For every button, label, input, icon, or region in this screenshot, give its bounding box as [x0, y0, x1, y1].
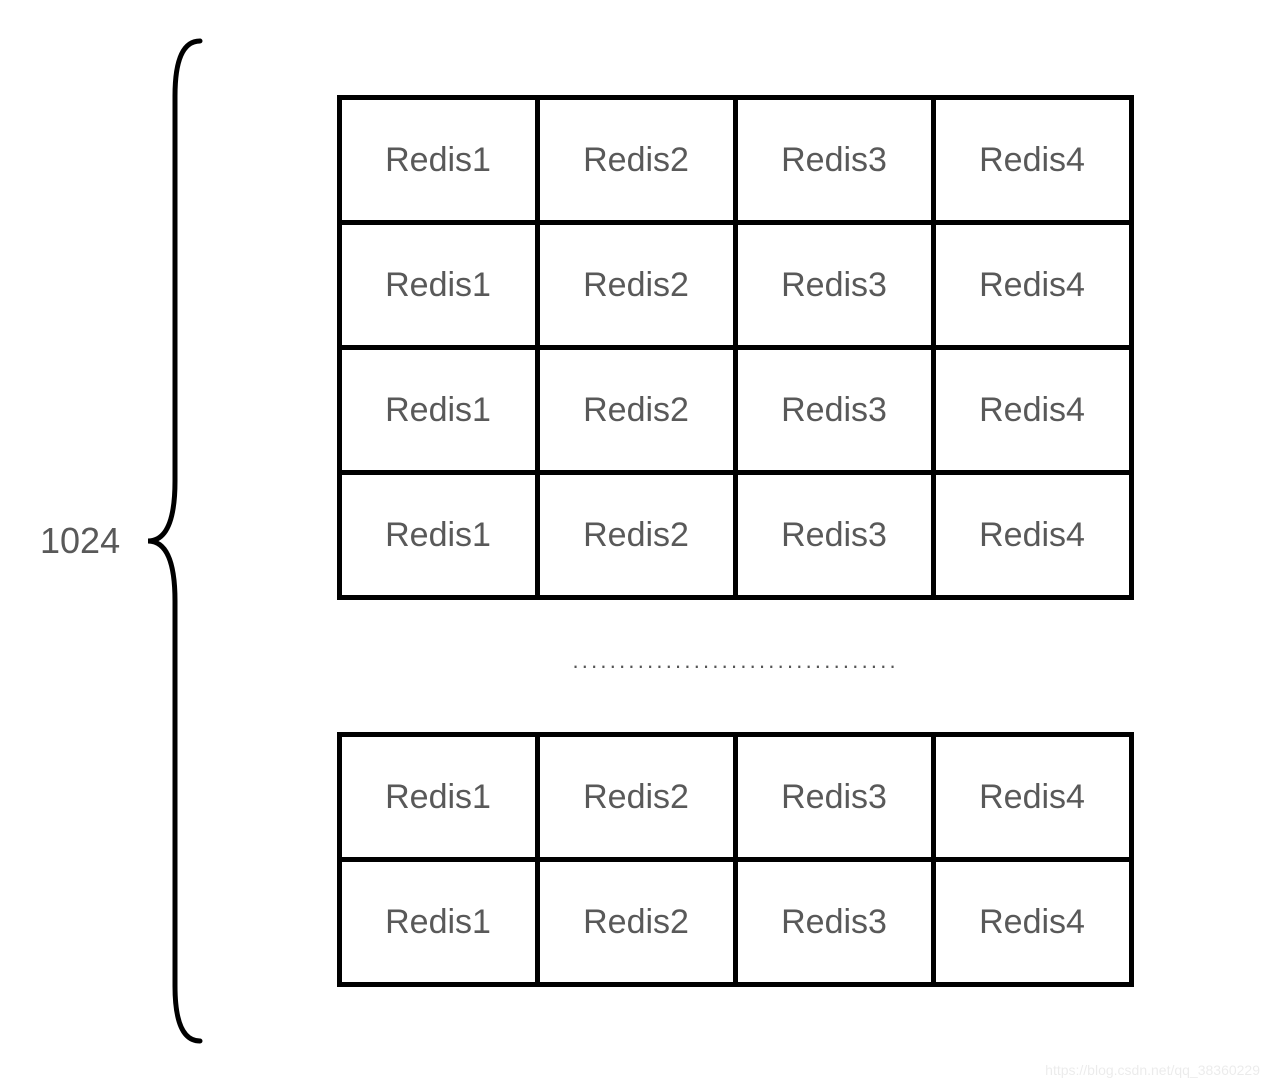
size-label: 1024: [40, 520, 120, 562]
ellipsis: ···································: [572, 655, 898, 677]
table-cell: Redis4: [933, 98, 1131, 223]
table-cell: Redis1: [339, 735, 537, 860]
table-cell: Redis1: [339, 223, 537, 348]
table-cell: Redis1: [339, 473, 537, 598]
table-cell: Redis3: [735, 473, 933, 598]
curly-brace-icon: [140, 36, 210, 1046]
table-cell: Redis3: [735, 735, 933, 860]
table-cell: Redis2: [537, 860, 735, 985]
table-cell: Redis1: [339, 98, 537, 223]
table-row: Redis1 Redis2 Redis3 Redis4: [339, 735, 1131, 860]
table-cell: Redis2: [537, 98, 735, 223]
bottom-grid: Redis1 Redis2 Redis3 Redis4 Redis1 Redis…: [337, 732, 1134, 987]
table-cell: Redis2: [537, 473, 735, 598]
table-cell: Redis4: [933, 860, 1131, 985]
table-cell: Redis4: [933, 735, 1131, 860]
table-cell: Redis1: [339, 348, 537, 473]
top-grid: Redis1 Redis2 Redis3 Redis4 Redis1 Redis…: [337, 95, 1134, 600]
table-cell: Redis2: [537, 348, 735, 473]
table-cell: Redis3: [735, 98, 933, 223]
table-cell: Redis3: [735, 348, 933, 473]
table-cell: Redis2: [537, 735, 735, 860]
watermark: https://blog.csdn.net/qq_38360229: [1045, 1062, 1260, 1078]
tables-column: Redis1 Redis2 Redis3 Redis4 Redis1 Redis…: [230, 95, 1240, 987]
table-cell: Redis4: [933, 223, 1131, 348]
table-row: Redis1 Redis2 Redis3 Redis4: [339, 98, 1131, 223]
table-cell: Redis2: [537, 223, 735, 348]
table-cell: Redis4: [933, 348, 1131, 473]
table-row: Redis1 Redis2 Redis3 Redis4: [339, 223, 1131, 348]
table-cell: Redis4: [933, 473, 1131, 598]
label-column: 1024: [40, 20, 210, 1062]
table-row: Redis1 Redis2 Redis3 Redis4: [339, 860, 1131, 985]
table-cell: Redis1: [339, 860, 537, 985]
table-row: Redis1 Redis2 Redis3 Redis4: [339, 473, 1131, 598]
table-cell: Redis3: [735, 860, 933, 985]
table-cell: Redis3: [735, 223, 933, 348]
diagram-container: 1024 Redis1 Redis2 Redis3 Redis4 Redis1 …: [0, 0, 1280, 1082]
table-row: Redis1 Redis2 Redis3 Redis4: [339, 348, 1131, 473]
